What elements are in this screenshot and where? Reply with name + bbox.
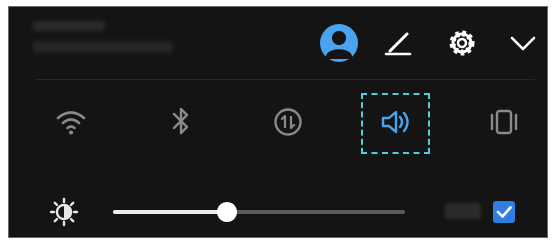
header-divider <box>35 79 535 80</box>
settings-gear-icon[interactable] <box>446 27 478 59</box>
sound-icon[interactable] <box>379 107 413 137</box>
avatar-icon[interactable] <box>319 23 359 63</box>
vibrate-icon[interactable] <box>487 106 521 138</box>
brightness-slider[interactable] <box>113 202 405 222</box>
blurred-operator-text <box>33 41 173 53</box>
auto-brightness-label <box>445 203 481 219</box>
wifi-icon[interactable] <box>55 107 87 137</box>
expand-chevron-down-icon[interactable] <box>509 33 537 53</box>
mobile-data-icon[interactable] <box>273 107 303 137</box>
blurred-status-text <box>33 21 105 31</box>
auto-brightness-checkbox[interactable] <box>493 201 515 223</box>
edit-pencil-icon[interactable] <box>383 27 413 57</box>
quick-settings-panel <box>8 6 548 238</box>
brightness-icon <box>49 197 79 227</box>
checkmark-icon <box>496 206 512 218</box>
brightness-slider-thumb[interactable] <box>216 202 237 222</box>
brightness-slider-fill <box>113 210 227 214</box>
bluetooth-icon[interactable] <box>169 105 193 137</box>
